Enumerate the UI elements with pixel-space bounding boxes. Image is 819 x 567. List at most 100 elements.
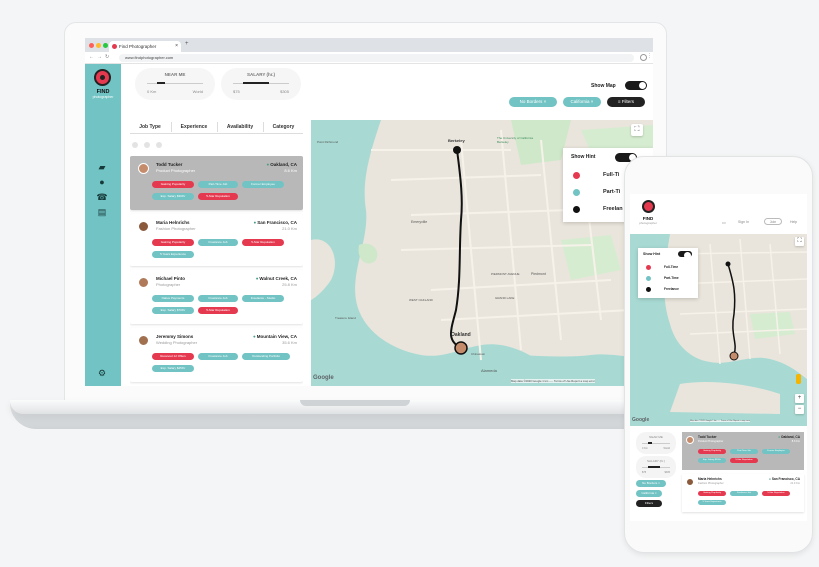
california-chip[interactable]: California ×	[563, 97, 601, 107]
slider-fill[interactable]	[157, 82, 165, 84]
tag: Freelance Job	[730, 491, 758, 496]
fullscreen-icon[interactable]: ⛶	[631, 124, 643, 136]
full-time-dot-icon	[573, 172, 580, 179]
phone-map[interactable]: ⛶ + − Show Hint Full-Time Part-Time Free…	[630, 234, 807, 426]
show-hint-toggle[interactable]	[678, 251, 692, 259]
slider-fill[interactable]	[243, 82, 269, 84]
candidate-name: Jeremmy Simons	[156, 334, 194, 339]
pager-dot[interactable]	[156, 142, 162, 148]
candidate-card[interactable]: Jeremmy Simons Wedding Photographer ●Mou…	[130, 328, 303, 382]
zoom-out-button[interactable]: −	[795, 405, 804, 414]
tab-close-icon[interactable]: ×	[175, 41, 178, 52]
browser-menu-icon[interactable]: ⋮	[647, 53, 652, 59]
tab-category[interactable]: Category	[264, 120, 303, 134]
slider-title: NEAR ME	[649, 435, 663, 439]
location-pin-icon: ●	[253, 220, 257, 225]
browser-tab[interactable]: Find Photographer ×	[109, 41, 181, 52]
forward-icon[interactable]: →	[97, 54, 102, 60]
tag: Exp. Salary $30/hr	[698, 458, 726, 463]
candidate-card[interactable]: Maria Helnrichs Fashion Photographer ● S…	[682, 474, 804, 512]
part-time-dot-icon	[646, 276, 651, 281]
logo-sub: photographer	[92, 95, 114, 99]
sign-in-link[interactable]: Sign In	[738, 220, 749, 224]
candidate-card[interactable]: Todd Tucker Product Photographer ●Oaklan…	[130, 156, 303, 210]
tag: 5-Star Reputation	[242, 239, 284, 246]
legend-part-time: Part-Time	[664, 276, 679, 280]
reload-icon[interactable]: ↻	[105, 54, 109, 60]
favicon-icon	[112, 44, 117, 49]
tag: 5-Star Reputation	[762, 491, 790, 496]
legend-full-time: Full-Ti	[603, 172, 620, 178]
tag: Gaining Popularity	[698, 449, 726, 454]
filters-button[interactable]: Filters	[636, 500, 662, 507]
help-link[interactable]: Help	[790, 220, 797, 224]
url-input[interactable]: www.findphotographer.com	[119, 54, 634, 62]
salary-slider[interactable]: SALARY (hr.) $75 $305	[636, 456, 676, 478]
map-label: Chinatown	[471, 352, 486, 356]
tag: 5-Star Reputation	[198, 307, 238, 314]
fullscreen-icon[interactable]: ⛶	[795, 237, 804, 246]
street-view-icon[interactable]	[796, 374, 801, 384]
zoom-in-button[interactable]: +	[795, 394, 804, 403]
tab-title: Find Photographer	[119, 44, 157, 49]
globe-icon[interactable]: ●	[95, 177, 109, 187]
part-time-dot-icon	[573, 189, 580, 196]
candidate-card[interactable]: Todd Tucker Product Photographer ● Oakla…	[682, 432, 804, 470]
tag: 5-Star Reputation	[198, 193, 238, 200]
slider-track	[642, 443, 670, 444]
candidate-role: Fashion Photographer	[156, 226, 196, 231]
near-me-slider[interactable]: NEAR ME 0 Km World	[135, 68, 215, 100]
candidate-role: Fashion Photographer	[698, 482, 724, 485]
tab-job-type[interactable]: Job Type	[130, 120, 170, 134]
map[interactable]: Berkeley The University of California Be…	[311, 120, 653, 386]
join-button[interactable]: Join	[764, 218, 782, 225]
no-borders-chip[interactable]: No Borders ×	[636, 480, 666, 487]
map-attribution[interactable]: Map data ©2020 Google 1 km ⎯⎯⎯ Terms of …	[511, 379, 595, 383]
laptop-screen: Find Photographer × + ← → ↻ www.findphot…	[85, 38, 653, 386]
map-label: Piedmont	[531, 272, 546, 276]
maximize-window-icon[interactable]	[103, 43, 108, 48]
camera-logo-icon	[94, 69, 111, 86]
slider-fill[interactable]	[648, 442, 652, 444]
near-me-slider[interactable]: NEAR ME 0 Km World	[636, 432, 676, 454]
candidate-card[interactable]: Michael Pinto Photographer ●Walnut Creek…	[130, 270, 303, 324]
filter-tabs: Job Type Experience Availability Categor…	[130, 120, 303, 134]
candidate-distance: 25.8 Km	[282, 282, 297, 287]
tag: Former Employee	[762, 449, 790, 454]
tag: Freelance Job	[198, 239, 238, 246]
candidate-distance: 8.6 Km	[284, 168, 297, 173]
no-borders-chip[interactable]: No Borders ×	[509, 97, 557, 107]
profile-icon[interactable]	[640, 54, 647, 61]
avatar	[686, 478, 694, 486]
phone-icon[interactable]: ☎	[95, 192, 109, 202]
minimize-window-icon[interactable]	[96, 43, 101, 48]
tab-availability[interactable]: Availability	[218, 120, 262, 134]
pager-dot[interactable]	[132, 142, 138, 148]
map-label: Oakland	[451, 332, 471, 338]
slider-fill[interactable]	[648, 466, 660, 468]
slider-track	[147, 83, 203, 84]
filters-label: Filters	[621, 99, 635, 104]
filters-button[interactable]: ≡ Filters	[607, 97, 645, 107]
hint-title: Show Hint	[643, 252, 661, 256]
candidate-name: Todd Tucker	[156, 162, 183, 167]
candidate-card[interactable]: Maria Helnrichs Fashion Photographer ●Sa…	[130, 214, 303, 266]
map-attribution[interactable]: Map data ©2020 Google 1 km ⎯⎯⎯ Terms of …	[690, 420, 751, 422]
close-window-icon[interactable]	[89, 43, 94, 48]
tag: Freelance Job	[198, 295, 238, 302]
camera-logo-icon	[642, 200, 655, 213]
address-bar-row: ← → ↻ www.findphotographer.com ⋮	[85, 52, 653, 64]
menu-icon[interactable]: ▭	[722, 220, 726, 225]
new-tab-icon[interactable]: +	[185, 41, 189, 47]
map-label: Berkeley	[448, 138, 465, 143]
pager-dot[interactable]	[144, 142, 150, 148]
folder-icon[interactable]: ▰	[95, 162, 109, 172]
california-chip[interactable]: California ×	[636, 490, 662, 497]
tab-experience[interactable]: Experience	[172, 120, 216, 134]
slider-max: World	[192, 89, 203, 94]
back-icon[interactable]: ←	[89, 54, 94, 60]
gear-icon[interactable]: ⚙	[95, 368, 109, 378]
contact-card-icon[interactable]: ▤	[95, 207, 109, 217]
show-map-toggle[interactable]	[625, 81, 647, 90]
salary-slider[interactable]: SALARY (hr.) $75 $305	[221, 68, 301, 100]
